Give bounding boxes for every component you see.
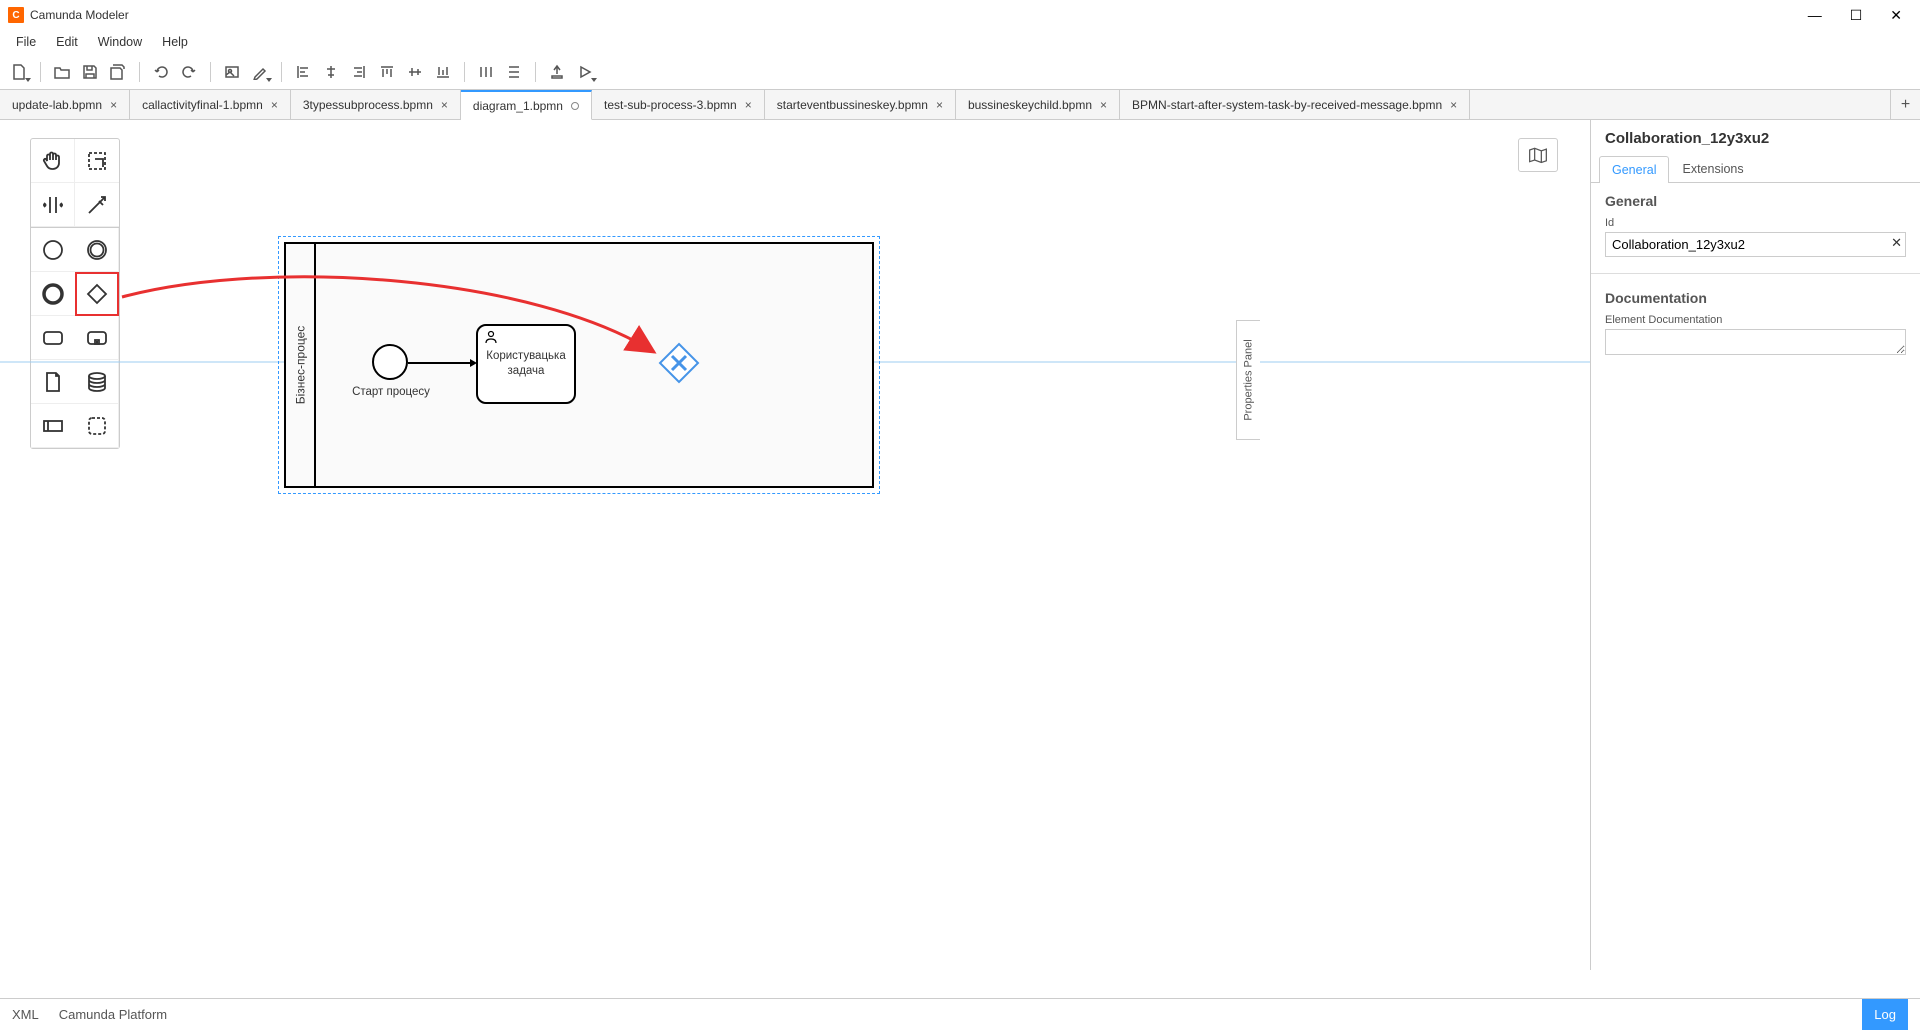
create-data-object[interactable] (31, 360, 75, 404)
close-icon[interactable]: × (936, 98, 943, 112)
undo-button[interactable] (148, 59, 174, 85)
global-connect-tool[interactable] (75, 183, 119, 227)
distribute-v-button[interactable] (501, 59, 527, 85)
new-file-button[interactable] (6, 59, 32, 85)
properties-tabs: General Extensions (1591, 155, 1920, 183)
tab-general[interactable]: General (1599, 156, 1669, 183)
distribute-h-button[interactable] (473, 59, 499, 85)
new-tab-button[interactable]: + (1890, 90, 1920, 119)
maximize-button[interactable]: ☐ (1850, 7, 1863, 24)
platform-label[interactable]: Camunda Platform (59, 1007, 167, 1022)
close-window-button[interactable]: ✕ (1890, 7, 1902, 24)
create-gateway[interactable] (75, 272, 119, 316)
run-button[interactable] (572, 59, 598, 85)
tab-3typessubprocess[interactable]: 3typessubprocess.bpmn× (291, 90, 461, 119)
close-icon[interactable]: × (1450, 98, 1457, 112)
tab-test-sub-process[interactable]: test-sub-process-3.bpmn× (592, 90, 765, 119)
properties-panel-toggle[interactable]: Properties Panel (1236, 320, 1260, 440)
section-documentation: Documentation (1591, 280, 1920, 310)
properties-panel: Collaboration_12y3xu2 General Extensions… (1590, 120, 1920, 970)
create-pool[interactable] (31, 404, 75, 448)
color-button[interactable] (247, 59, 273, 85)
close-icon[interactable]: × (441, 98, 448, 112)
image-export-button[interactable] (219, 59, 245, 85)
tab-diagram-1[interactable]: diagram_1.bpmn (461, 90, 592, 120)
save-button[interactable] (77, 59, 103, 85)
menu-file[interactable]: File (6, 32, 46, 52)
tab-callactivityfinal[interactable]: callactivityfinal-1.bpmn× (130, 90, 291, 119)
menu-help[interactable]: Help (152, 32, 198, 52)
menu-edit[interactable]: Edit (46, 32, 88, 52)
lasso-tool[interactable] (75, 139, 119, 183)
tab-update-lab[interactable]: update-lab.bpmn× (0, 90, 130, 119)
space-tool[interactable] (31, 183, 75, 227)
tab-bussineskeychild[interactable]: bussineskeychild.bpmn× (956, 90, 1120, 119)
create-data-store[interactable] (75, 360, 119, 404)
menu-window[interactable]: Window (88, 32, 152, 52)
dirty-indicator-icon (571, 102, 579, 110)
toolbar (0, 54, 1920, 90)
element-palette (30, 138, 120, 449)
close-icon[interactable]: × (1100, 98, 1107, 112)
map-icon (1528, 146, 1548, 164)
create-end-event[interactable] (31, 272, 75, 316)
close-icon[interactable]: × (271, 98, 278, 112)
align-center-v-button[interactable] (402, 59, 428, 85)
bpmn-pool[interactable]: Бізнес-процес Старт процесу Користувацьк… (284, 242, 874, 488)
create-task[interactable] (31, 316, 75, 360)
create-intermediate-event[interactable] (75, 228, 119, 272)
create-group[interactable] (75, 404, 119, 448)
start-event-label: Старт процесу (346, 386, 436, 398)
create-subprocess[interactable] (75, 316, 119, 360)
open-file-button[interactable] (49, 59, 75, 85)
clear-id-button[interactable]: ✕ (1891, 235, 1902, 251)
window-controls: — ☐ ✕ (1808, 7, 1912, 24)
create-start-event[interactable] (31, 228, 75, 272)
minimize-button[interactable]: — (1808, 7, 1822, 24)
close-icon[interactable]: × (110, 98, 117, 112)
documentation-textarea[interactable] (1605, 329, 1906, 355)
tab-bpmn-start-after[interactable]: BPMN-start-after-system-task-by-received… (1120, 90, 1470, 119)
align-center-h-button[interactable] (318, 59, 344, 85)
save-all-button[interactable] (105, 59, 131, 85)
align-bottom-button[interactable] (430, 59, 456, 85)
bpmn-start-event[interactable] (372, 344, 408, 380)
pool-label[interactable]: Бізнес-процес (286, 244, 316, 486)
id-input[interactable] (1605, 232, 1906, 257)
user-task-label: Користувацька задача (484, 349, 568, 379)
bpmn-exclusive-gateway[interactable] (658, 342, 700, 384)
status-bar: XML Camunda Platform Log (0, 998, 1920, 1030)
view-xml-button[interactable]: XML (12, 1007, 39, 1022)
tab-bar: update-lab.bpmn× callactivityfinal-1.bpm… (0, 90, 1920, 120)
field-id: Id ✕ (1591, 213, 1920, 267)
bpmn-user-task[interactable]: Користувацька задача (476, 324, 576, 404)
tab-starteventbussineskey[interactable]: starteventbussineskey.bpmn× (765, 90, 956, 119)
documentation-label: Element Documentation (1605, 314, 1906, 326)
redo-button[interactable] (176, 59, 202, 85)
sequence-flow[interactable] (408, 358, 478, 368)
title-bar: C Camunda Modeler — ☐ ✕ (0, 0, 1920, 30)
id-label: Id (1605, 217, 1906, 229)
app-title: Camunda Modeler (30, 8, 129, 22)
align-right-button[interactable] (346, 59, 372, 85)
app-icon: C (8, 7, 24, 23)
hand-tool[interactable] (31, 139, 75, 183)
spacer (0, 970, 1920, 998)
align-left-button[interactable] (290, 59, 316, 85)
align-top-button[interactable] (374, 59, 400, 85)
close-icon[interactable]: × (745, 98, 752, 112)
deploy-button[interactable] (544, 59, 570, 85)
field-documentation: Element Documentation (1591, 310, 1920, 368)
log-button[interactable]: Log (1862, 999, 1908, 1030)
pool-body[interactable]: Старт процесу Користувацька задача (316, 244, 872, 486)
user-icon (484, 330, 498, 347)
minimap-toggle[interactable] (1518, 138, 1558, 172)
main-area: Бізнес-процес Старт процесу Користувацьк… (0, 120, 1920, 970)
section-general: General (1591, 183, 1920, 213)
tab-extensions[interactable]: Extensions (1669, 155, 1756, 182)
canvas[interactable]: Бізнес-процес Старт процесу Користувацьк… (0, 120, 1590, 970)
properties-title: Collaboration_12y3xu2 (1591, 120, 1920, 155)
menu-bar: File Edit Window Help (0, 30, 1920, 54)
